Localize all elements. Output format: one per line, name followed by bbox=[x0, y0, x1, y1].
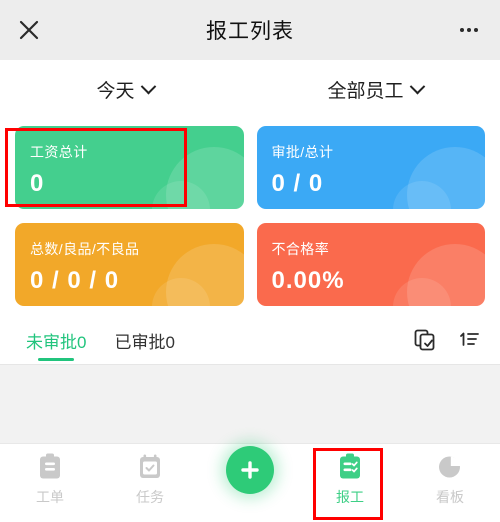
more-options-icon[interactable] bbox=[452, 13, 486, 47]
chevron-down-icon bbox=[140, 78, 156, 94]
tab-unapproved[interactable]: 未审批0 bbox=[12, 316, 100, 364]
filter-date-label: 今天 bbox=[96, 80, 135, 102]
nav-item-dashboard-label: 看板 bbox=[436, 489, 464, 505]
stat-card-total-wages[interactable]: 工资总计 0 bbox=[15, 126, 244, 209]
filter-bar: 今天 全部员工 bbox=[0, 60, 500, 118]
stat-card-label: 审批/总计 bbox=[271, 144, 334, 160]
stat-card-quantity-breakdown[interactable]: 总数/良品/不良品 0 / 0 / 0 bbox=[15, 223, 244, 306]
stat-card-value: 0 bbox=[30, 170, 45, 197]
add-button[interactable] bbox=[226, 446, 274, 494]
filter-employee-label: 全部员工 bbox=[327, 80, 404, 102]
tab-bar: 未审批0 已审批0 bbox=[0, 316, 500, 364]
calendar-check-icon bbox=[137, 452, 163, 482]
nav-item-task-label: 任务 bbox=[136, 489, 164, 505]
report-list-empty-area bbox=[0, 364, 500, 443]
dot bbox=[460, 28, 464, 32]
nav-item-task[interactable]: 任务 bbox=[100, 452, 200, 507]
app-root: 报工列表 今天 全部员工 工资总计 0 审批/总计 0 / 0 总数/良品/不良… bbox=[0, 0, 500, 522]
nav-item-work-order[interactable]: 工单 bbox=[0, 452, 100, 507]
stat-card-approval-total[interactable]: 审批/总计 0 / 0 bbox=[256, 126, 485, 209]
stat-card-value: 0 / 0 / 0 bbox=[30, 267, 120, 294]
dot bbox=[467, 28, 471, 32]
close-icon[interactable] bbox=[12, 13, 46, 47]
header-bar: 报工列表 bbox=[0, 0, 500, 60]
tab-approved[interactable]: 已审批0 bbox=[100, 316, 188, 364]
sort-list-icon[interactable] bbox=[452, 323, 486, 357]
fab-slot bbox=[200, 446, 300, 494]
pie-chart-icon bbox=[436, 452, 464, 482]
plus-icon bbox=[241, 461, 259, 479]
dot bbox=[474, 28, 478, 32]
filter-date-dropdown[interactable]: 今天 bbox=[0, 76, 250, 103]
tab-unapproved-label: 未审批0 bbox=[26, 332, 87, 352]
nav-item-work-report-label: 报工 bbox=[336, 489, 364, 505]
stats-card-grid: 工资总计 0 审批/总计 0 / 0 总数/良品/不良品 0 / 0 / 0 不… bbox=[0, 118, 500, 316]
stat-card-value: 0 / 0 bbox=[271, 170, 324, 197]
bottom-navigation: 工单 任务 报工 看板 bbox=[0, 443, 500, 522]
clipboard-check-icon bbox=[337, 452, 363, 482]
stat-card-label: 工资总计 bbox=[30, 144, 88, 160]
stat-card-label: 总数/良品/不良品 bbox=[30, 241, 140, 257]
chevron-down-icon bbox=[409, 78, 425, 94]
stat-card-label: 不合格率 bbox=[271, 241, 330, 257]
batch-approve-icon[interactable] bbox=[408, 323, 442, 357]
nav-item-work-report[interactable]: 报工 bbox=[300, 452, 400, 507]
filter-employee-dropdown[interactable]: 全部员工 bbox=[250, 76, 500, 103]
nav-item-dashboard[interactable]: 看板 bbox=[400, 452, 500, 507]
stat-card-value: 0.00% bbox=[271, 267, 345, 294]
nav-item-work-order-label: 工单 bbox=[36, 489, 64, 505]
stat-card-defect-rate[interactable]: 不合格率 0.00% bbox=[256, 223, 485, 306]
clipboard-icon bbox=[37, 452, 63, 482]
tab-approved-label: 已审批0 bbox=[114, 332, 175, 352]
page-title: 报工列表 bbox=[206, 20, 294, 43]
